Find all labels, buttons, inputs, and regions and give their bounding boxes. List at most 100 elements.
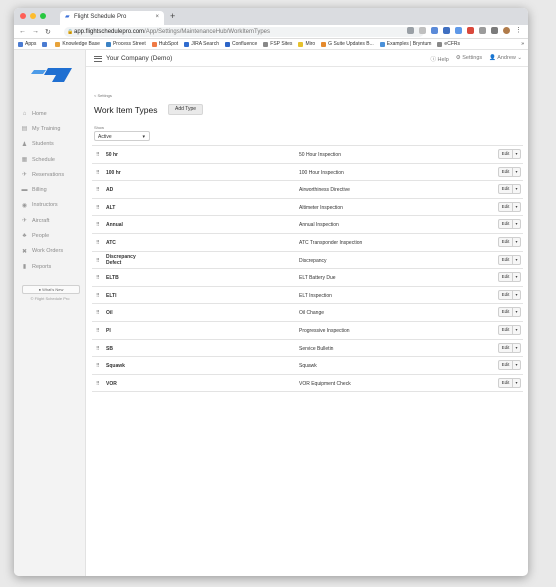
url-field[interactable]: 🔒 app.flightschedulepro.com/App/Settings… xyxy=(64,27,424,37)
back-icon[interactable]: ← xyxy=(19,28,26,36)
puzzle-icon[interactable] xyxy=(491,27,498,34)
edit-dropdown-icon[interactable]: ▾ xyxy=(513,166,521,177)
bookmark-item[interactable]: Knowledge Base xyxy=(55,41,100,47)
bookmark-item[interactable]: Apps xyxy=(18,41,36,47)
minimize-window-button[interactable] xyxy=(30,13,36,19)
extension-icon[interactable] xyxy=(443,27,450,34)
drag-handle-icon[interactable]: ⠿ xyxy=(96,293,100,299)
work-item-description: Progressive Inspection xyxy=(299,327,350,334)
edit-button[interactable]: Edit xyxy=(498,254,513,265)
maximize-window-button[interactable] xyxy=(40,13,46,19)
drag-handle-icon[interactable]: ⠿ xyxy=(96,328,100,334)
edit-dropdown-icon[interactable]: ▾ xyxy=(513,324,521,335)
extension-icon[interactable] xyxy=(467,27,474,34)
edit-button[interactable]: Edit xyxy=(498,324,513,335)
bookmark-item[interactable]: Examples | Bryntum xyxy=(379,41,431,47)
edit-dropdown-icon[interactable]: ▾ xyxy=(513,149,521,159)
breadcrumb[interactable]: < Settings xyxy=(94,93,112,98)
edit-button[interactable]: Edit xyxy=(498,360,513,371)
reports-icon: ▮ xyxy=(22,264,27,271)
browser-tab[interactable]: ▰ Flight Schedule Pro × xyxy=(60,11,164,25)
flight-schedule-pro-logo[interactable] xyxy=(30,65,74,85)
bookmark-item[interactable]: G Suite Updates B... xyxy=(321,41,374,47)
bookmark-item[interactable]: HubSpot xyxy=(151,41,178,47)
close-window-button[interactable] xyxy=(20,13,26,19)
sidebar-item-work-orders[interactable]: ✖ Work Orders xyxy=(14,244,86,259)
edit-dropdown-icon[interactable]: ▾ xyxy=(513,272,521,283)
drag-handle-icon[interactable]: ⠿ xyxy=(96,205,100,211)
sidebar-item-billing[interactable]: ▬ Billing xyxy=(14,182,86,197)
bookmark-item[interactable] xyxy=(42,41,49,47)
sidebar-item-my-training[interactable]: ▤ My Training xyxy=(14,121,86,136)
edit-dropdown-icon[interactable]: ▾ xyxy=(513,184,521,195)
company-selector[interactable]: Your Company (Demo) xyxy=(94,55,172,62)
drag-handle-icon[interactable]: ⠿ xyxy=(96,258,100,264)
star-icon[interactable] xyxy=(419,27,426,34)
drag-handle-icon[interactable]: ⠿ xyxy=(96,381,100,387)
sidebar-item-students[interactable]: ♟ Students xyxy=(14,137,86,152)
drag-handle-icon[interactable]: ⠿ xyxy=(96,363,100,369)
bookmark-item[interactable]: Confluence xyxy=(225,41,257,47)
edit-dropdown-icon[interactable]: ▾ xyxy=(513,307,521,318)
sidebar-item-aircraft[interactable]: ✈ Aircraft xyxy=(14,213,86,228)
browser-menu-icon[interactable]: ⋮ xyxy=(515,27,522,34)
sidebar-item-reservations[interactable]: ✈ Reservations xyxy=(14,167,86,182)
edit-dropdown-icon[interactable]: ▾ xyxy=(513,342,521,353)
instructors-icon: ◉ xyxy=(21,202,28,209)
extension-icon[interactable] xyxy=(431,27,438,34)
edit-button[interactable]: Edit xyxy=(498,149,513,159)
reload-icon[interactable]: ↻ xyxy=(45,28,51,36)
edit-button[interactable]: Edit xyxy=(498,201,513,212)
edit-button[interactable]: Edit xyxy=(498,236,513,247)
extension-icon[interactable] xyxy=(455,27,462,34)
edit-button[interactable]: Edit xyxy=(498,307,513,318)
show-filter-select[interactable]: Active ▾ xyxy=(94,131,150,141)
drag-handle-icon[interactable]: ⠿ xyxy=(96,310,100,316)
edit-button[interactable]: Edit xyxy=(498,166,513,177)
new-tab-button[interactable]: + xyxy=(170,11,175,21)
edit-button[interactable]: Edit xyxy=(498,377,513,388)
edit-button[interactable]: Edit xyxy=(498,219,513,230)
sidebar-item-label: Instructors xyxy=(32,202,58,209)
more-bookmarks-button[interactable]: » xyxy=(521,41,524,47)
edit-dropdown-icon[interactable]: ▾ xyxy=(513,201,521,212)
help-link[interactable]: ⓘ Help xyxy=(430,55,448,63)
edit-button[interactable]: Edit xyxy=(498,342,513,353)
settings-link[interactable]: ⚙ Settings xyxy=(456,55,482,63)
bookmark-item[interactable]: JIRA Search xyxy=(184,41,219,47)
sidebar-item-people[interactable]: ♣ People xyxy=(14,228,86,243)
bookmark-item[interactable]: FSP Sites xyxy=(263,41,292,47)
sidebar-item-schedule[interactable]: ▦ Schedule xyxy=(14,152,86,167)
sidebar-item-instructors[interactable]: ◉ Instructors xyxy=(14,198,86,213)
app: ⌂ Home ▤ My Training ♟ Students ▦ Schedule ✈ Rese… xyxy=(14,50,528,576)
bookmark-item[interactable]: Miro xyxy=(298,41,315,47)
drag-handle-icon[interactable]: ⠿ xyxy=(96,222,100,228)
forward-icon[interactable]: → xyxy=(32,28,39,36)
edit-dropdown-icon[interactable]: ▾ xyxy=(513,377,521,388)
profile-avatar[interactable] xyxy=(503,27,510,34)
drag-handle-icon[interactable]: ⠿ xyxy=(96,170,100,176)
extension-icon[interactable] xyxy=(479,27,486,34)
drag-handle-icon[interactable]: ⠿ xyxy=(96,240,100,246)
edit-dropdown-icon[interactable]: ▾ xyxy=(513,254,521,265)
drag-handle-icon[interactable]: ⠿ xyxy=(96,152,100,158)
edit-button[interactable]: Edit xyxy=(498,272,513,283)
drag-handle-icon[interactable]: ⠿ xyxy=(96,346,100,352)
search-icon[interactable] xyxy=(407,27,414,34)
edit-button[interactable]: Edit xyxy=(498,184,513,195)
user-menu[interactable]: 👤 Andrew ⌄ xyxy=(489,55,522,63)
whats-new-button[interactable]: ● What's New xyxy=(22,285,80,294)
edit-dropdown-icon[interactable]: ▾ xyxy=(513,219,521,230)
tab-close-icon[interactable]: × xyxy=(155,14,159,20)
edit-dropdown-icon[interactable]: ▾ xyxy=(513,236,521,247)
drag-handle-icon[interactable]: ⠿ xyxy=(96,187,100,193)
edit-dropdown-icon[interactable]: ▾ xyxy=(513,360,521,371)
sidebar-item-reports[interactable]: ▮ Reports xyxy=(14,259,86,274)
drag-handle-icon[interactable]: ⠿ xyxy=(96,275,100,281)
edit-dropdown-icon[interactable]: ▾ xyxy=(513,289,521,300)
bookmark-item[interactable]: eCFRs xyxy=(437,41,460,47)
add-type-button[interactable]: Add Type xyxy=(168,104,204,115)
bookmark-item[interactable]: Process Street xyxy=(105,41,146,47)
edit-button[interactable]: Edit xyxy=(498,289,513,300)
sidebar-item-home[interactable]: ⌂ Home xyxy=(14,106,86,121)
